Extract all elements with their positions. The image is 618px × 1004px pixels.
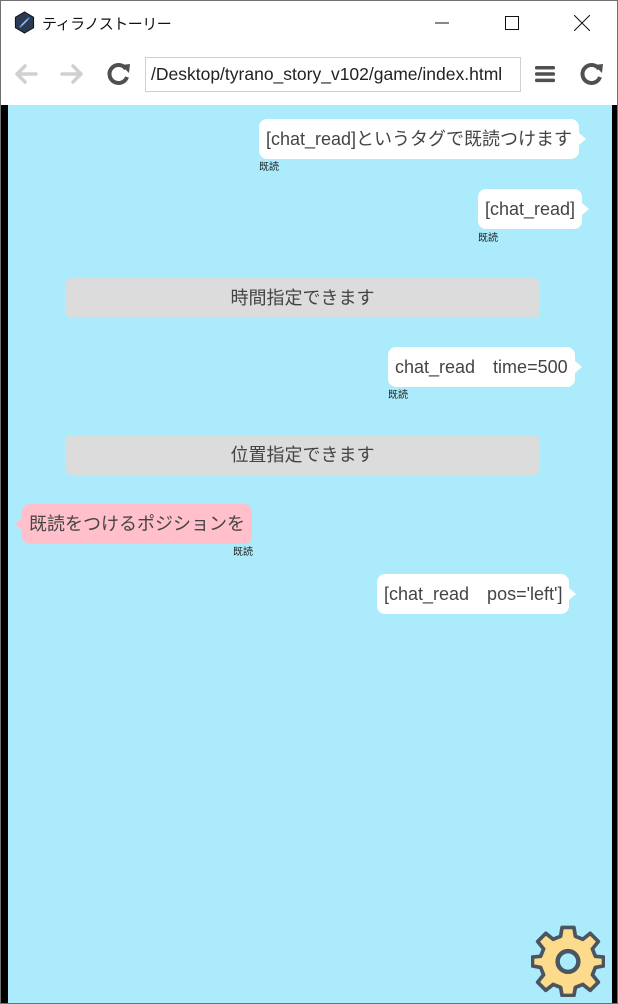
- chat-bubble: [chat_read]というタグで既読つけます: [259, 119, 587, 159]
- close-button[interactable]: [559, 1, 605, 45]
- maximize-button[interactable]: [489, 1, 535, 45]
- window-title: ティラノストーリー: [42, 15, 172, 33]
- forward-button[interactable]: [57, 59, 87, 89]
- title-bar: ティラノストーリー: [1, 1, 617, 45]
- read-receipt: 既読: [478, 233, 498, 244]
- minimize-icon: [435, 22, 449, 24]
- app-window: ティラノストーリー /Desktop/tyrano_story_v102/gam…: [0, 0, 618, 1004]
- gear-icon[interactable]: [531, 923, 605, 997]
- chat-bubble-left: 既読をつけるポジションを: [15, 504, 252, 544]
- back-arrow-icon: [15, 64, 38, 84]
- system-message: 時間指定できます: [65, 278, 540, 318]
- read-receipt: 既読: [388, 390, 408, 401]
- chat-bubble: [chat_read pos='left']: [377, 574, 577, 614]
- maximize-icon: [505, 16, 519, 30]
- back-button[interactable]: [11, 59, 41, 89]
- reload-button-secondary[interactable]: [577, 59, 607, 89]
- read-receipt: 既読: [259, 162, 279, 173]
- forward-arrow-icon: [60, 64, 83, 84]
- chat-bubble: chat_read time=500: [388, 347, 582, 387]
- chat-stage[interactable]: [chat_read]というタグで既読つけます 既読 [chat_read] 既…: [8, 105, 612, 1003]
- reload-button[interactable]: [104, 59, 134, 89]
- tyrano-app-icon: [14, 11, 35, 34]
- navigation-bar: /Desktop/tyrano_story_v102/game/index.ht…: [1, 45, 617, 105]
- reload-icon: [107, 63, 130, 85]
- close-icon: [574, 15, 590, 31]
- game-area: [chat_read]というタグで既読つけます 既読 [chat_read] 既…: [1, 105, 617, 1003]
- url-input[interactable]: /Desktop/tyrano_story_v102/game/index.ht…: [145, 57, 521, 92]
- minimize-button[interactable]: [419, 1, 465, 45]
- reload-icon: [580, 63, 603, 85]
- read-receipt: 既読: [233, 547, 253, 558]
- system-message: 位置指定できます: [65, 435, 540, 475]
- menu-icon: [535, 66, 555, 83]
- chat-bubble: [chat_read]: [478, 189, 590, 229]
- menu-button[interactable]: [530, 59, 560, 89]
